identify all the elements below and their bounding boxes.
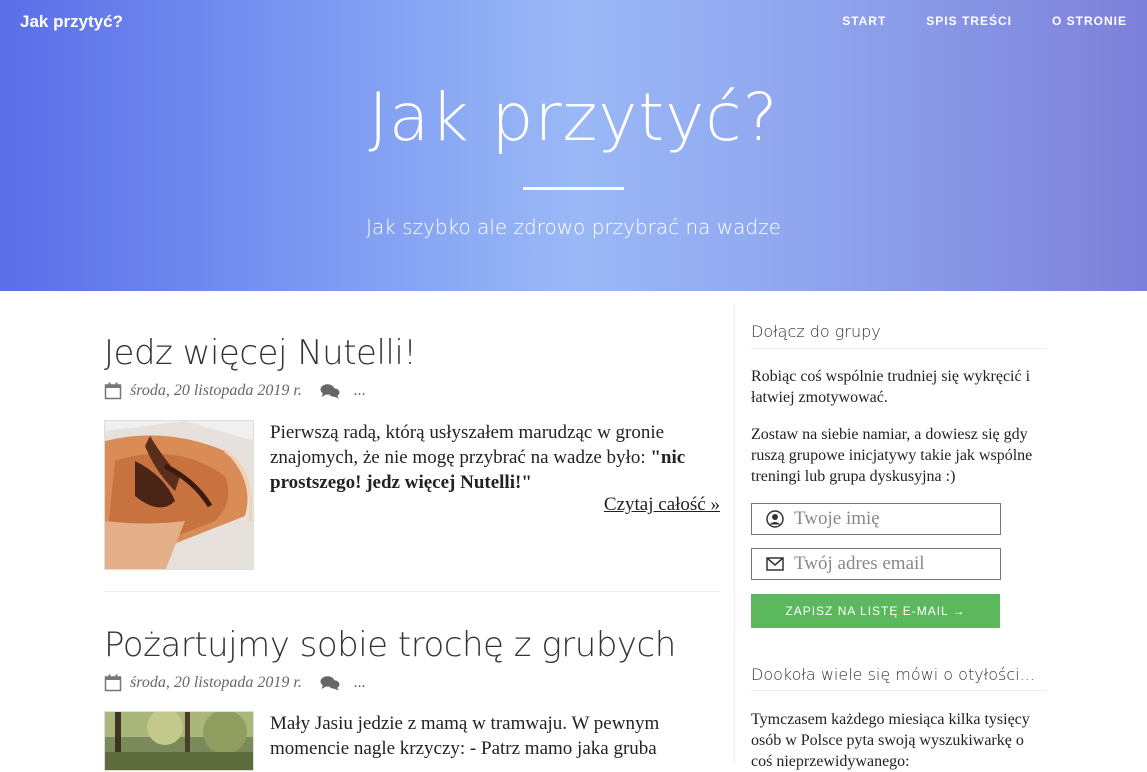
join-group-title: Dołącz do grupy <box>751 322 881 341</box>
comments-icon <box>320 384 340 399</box>
sidebar: Dołącz do grupy Robiąc coś wspólnie trud… <box>734 304 1046 770</box>
post-excerpt-text: Mały Jasiu jedzie z mamą w tramwaju. W p… <box>270 713 660 759</box>
email-input[interactable] <box>794 553 994 575</box>
join-group-text: Robiąc coś wspólnie trudniej się wykręci… <box>751 368 1031 406</box>
widget-divider <box>751 690 1046 691</box>
post-comments-count: ... <box>353 382 366 399</box>
read-more-link[interactable]: Czytaj całość » <box>604 494 720 516</box>
main-nav: START SPIS TREŚCI O STRONIE <box>842 14 1127 28</box>
post-comments-count: ... <box>353 674 366 691</box>
title-divider <box>523 187 624 190</box>
join-group-description: Zostaw na siebie namiar, a dowiesz się g… <box>751 426 1033 485</box>
obesity-widget-text: Tymczasem każdego miesiąca kilka tysięcy… <box>751 711 1030 770</box>
brand-link[interactable]: Jak przytyć? <box>20 12 123 32</box>
subscribe-button[interactable]: ZAPISZ NA LISTĘ E-MAIL → <box>751 594 1000 628</box>
post-date: środa, 20 listopada 2019 r. <box>130 674 302 691</box>
post-date: środa, 20 listopada 2019 r. <box>130 382 302 399</box>
nutella-pancake-image <box>105 421 253 569</box>
nav-about[interactable]: O STRONIE <box>1052 14 1127 28</box>
post-meta: środa, 20 listopada 2019 r. ... <box>104 382 366 400</box>
nav-table-of-contents[interactable]: SPIS TREŚCI <box>926 14 1012 28</box>
post-excerpt-text: Pierwszą radą, którą usłyszałem marudząc… <box>270 422 665 468</box>
user-icon <box>766 510 784 528</box>
site-subtitle: Jak szybko ale zdrowo przybrać na wadze <box>366 215 781 239</box>
post-divider <box>104 591 720 592</box>
envelope-icon <box>766 557 784 571</box>
name-input[interactable] <box>794 508 994 530</box>
comments-icon <box>320 676 340 691</box>
widget-divider <box>751 348 1046 349</box>
tram-photo-image <box>105 712 253 770</box>
post-comments-link[interactable]: ... <box>320 674 366 692</box>
email-field[interactable] <box>751 548 1001 580</box>
post-title-link[interactable]: Pożartujmy sobie trochę z grubych <box>104 625 676 665</box>
post-thumbnail[interactable] <box>104 420 254 570</box>
site-title: Jak przytyć? <box>368 79 779 156</box>
post-meta: środa, 20 listopada 2019 r. ... <box>104 674 366 692</box>
post-excerpt: Mały Jasiu jedzie z mamą w tramwaju. W p… <box>270 711 720 761</box>
post-excerpt: Pierwszą radą, którą usłyszałem marudząc… <box>270 420 720 495</box>
post-title-link[interactable]: Jedz więcej Nutelli! <box>104 333 417 373</box>
post-thumbnail[interactable] <box>104 711 254 771</box>
obesity-widget-title: Dookoła wiele się mówi o otyłości... <box>751 665 1035 684</box>
calendar-icon <box>104 674 122 692</box>
hero-header: Jak przytyć? START SPIS TREŚCI O STRONIE… <box>0 0 1147 291</box>
post-comments-link[interactable]: ... <box>320 382 366 400</box>
name-field[interactable] <box>751 503 1001 535</box>
nav-start[interactable]: START <box>842 14 886 28</box>
calendar-icon <box>104 382 122 400</box>
